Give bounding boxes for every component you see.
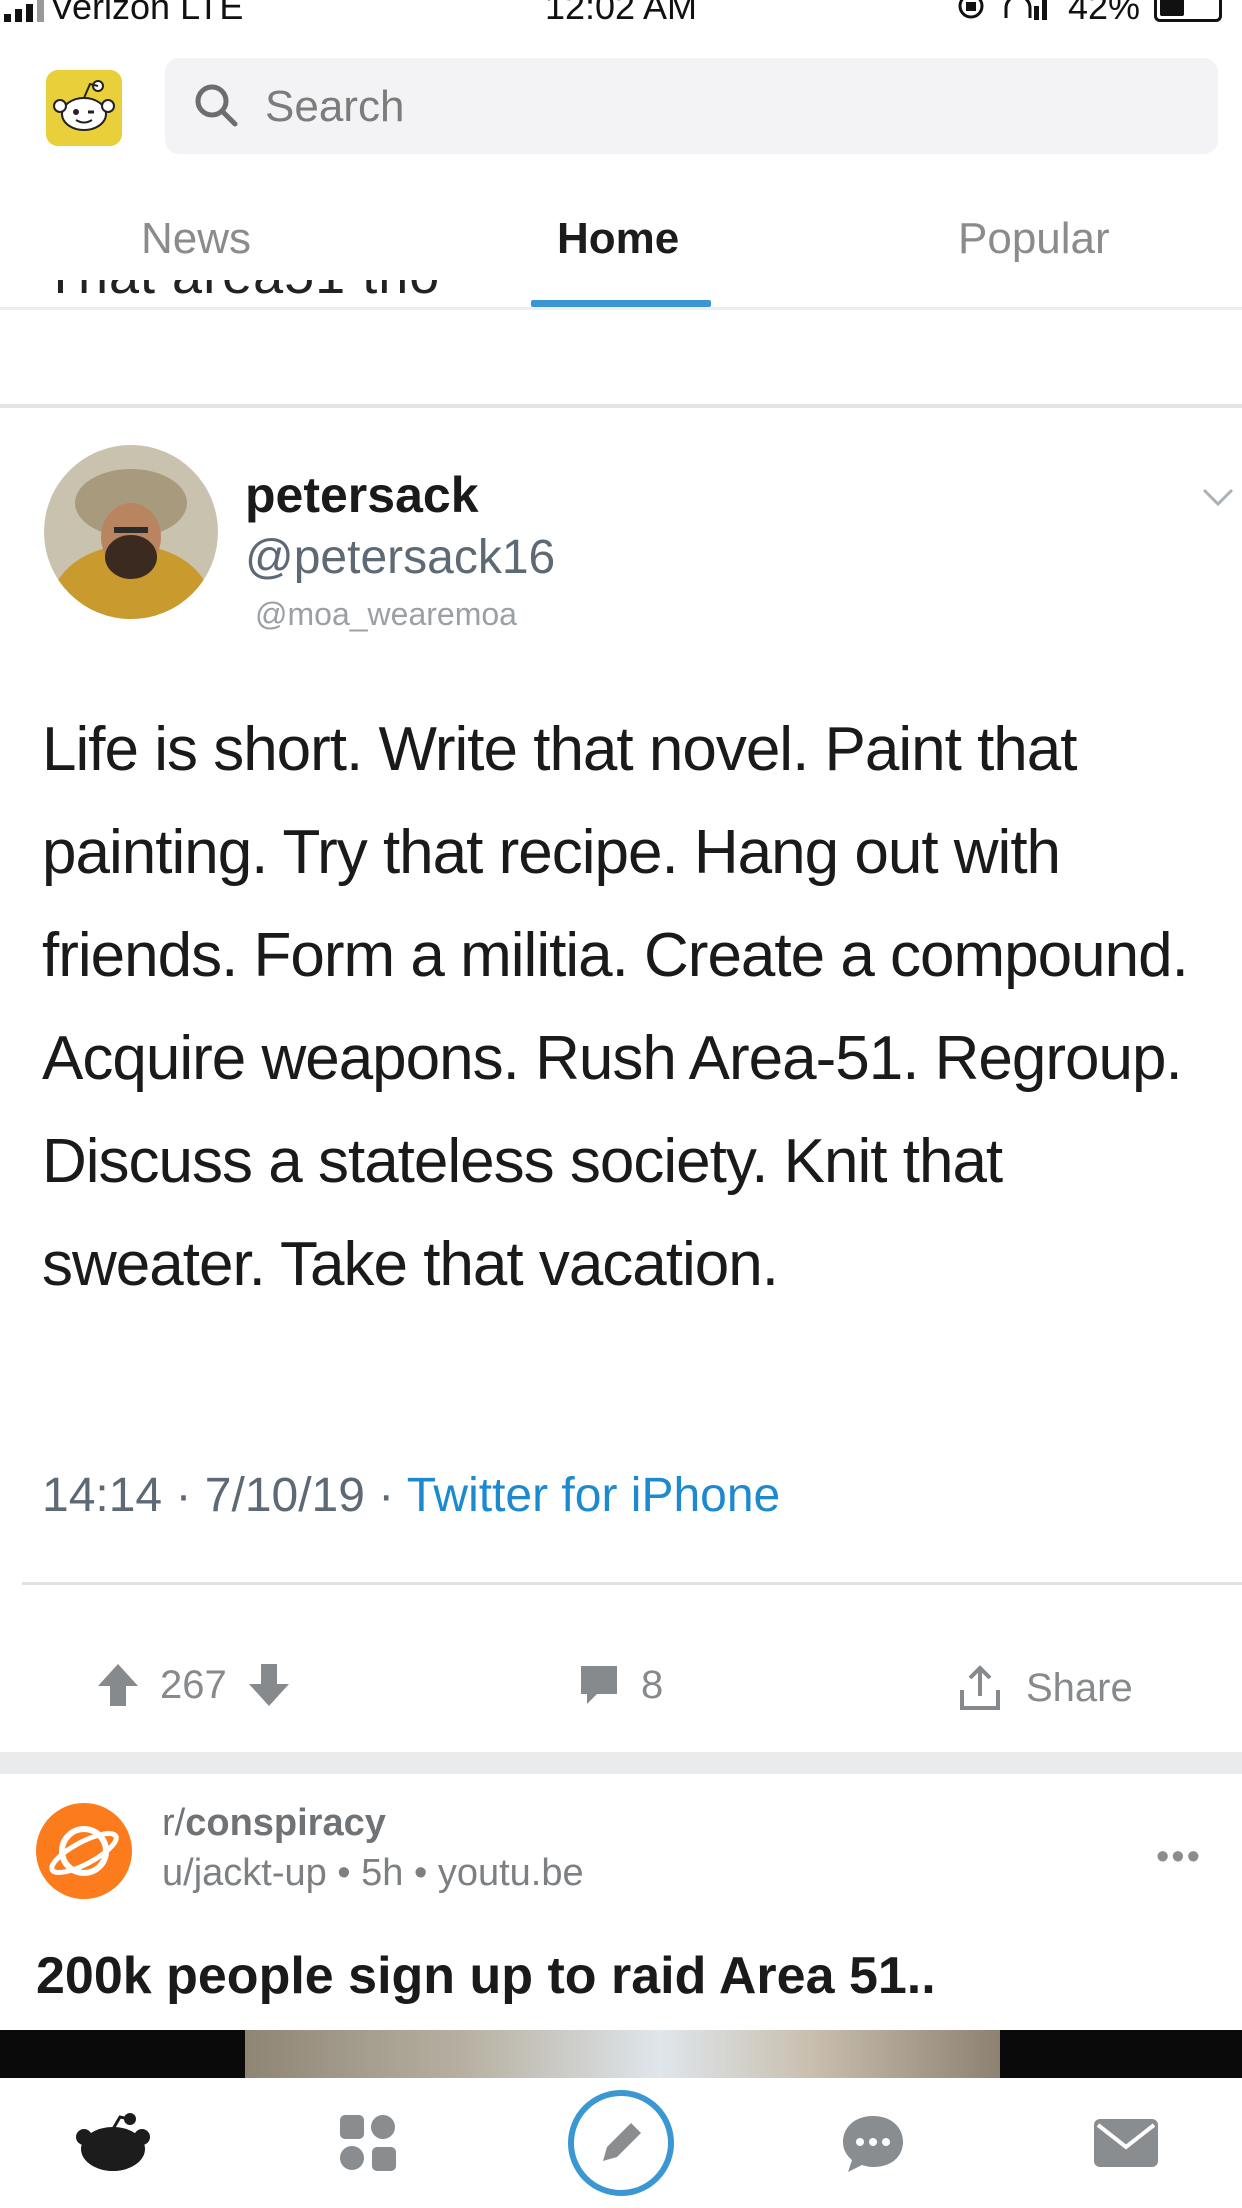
comments-button[interactable]: 8 — [577, 1662, 663, 1708]
share-icon — [960, 1665, 1000, 1710]
share-label: Share — [1026, 1665, 1133, 1710]
tweet-divider — [22, 1582, 1242, 1585]
bottom-nav — [0, 2078, 1242, 2208]
subreddit-icon[interactable] — [36, 1803, 132, 1899]
tab-news[interactable]: News — [141, 214, 251, 264]
post-action-bar: 267 8 Share — [0, 1640, 1242, 1750]
tweet-date: 7/10/19 — [204, 1469, 365, 1522]
post-meta: u/jackt-up • 5h • youtu.be — [162, 1852, 584, 1894]
search-icon — [195, 84, 238, 127]
tab-popular[interactable]: Popular — [958, 214, 1110, 264]
search-bar[interactable] — [165, 58, 1218, 154]
search-input[interactable] — [263, 74, 1167, 140]
downvote-icon[interactable] — [247, 1662, 291, 1708]
create-post-icon[interactable] — [556, 2078, 686, 2208]
more-options-icon[interactable]: ••• — [1156, 1836, 1202, 1879]
chat-icon[interactable] — [808, 2078, 938, 2208]
upvote-icon[interactable] — [96, 1662, 140, 1708]
home-icon[interactable] — [48, 2078, 178, 2208]
tweet-text: Life is short. Write that novel. Paint t… — [42, 715, 1189, 1299]
post-divider — [0, 404, 1242, 408]
chevron-down-icon — [1202, 488, 1234, 507]
communities-icon[interactable] — [303, 2078, 433, 2208]
tweet-source: Twitter for iPhone — [406, 1469, 781, 1522]
headphones-icon — [1004, 0, 1047, 20]
watermark: @moa_wearemoa — [255, 596, 517, 632]
post-title[interactable]: 200k people sign up to raid Area 51.. — [36, 1946, 936, 2006]
post-thumbnail[interactable] — [245, 2030, 1000, 2078]
tweet-avatar — [44, 445, 218, 619]
battery-icon — [1154, 0, 1222, 22]
tweet-display-name: petersack — [245, 467, 479, 523]
tab-home[interactable]: Home — [557, 214, 679, 264]
tweet-meta: 14:14 · 7/10/19 · Twitter for iPhone — [42, 1469, 781, 1522]
header-divider — [0, 307, 1242, 310]
subreddit-name[interactable]: r/conspiracy — [162, 1802, 386, 1845]
snoo-avatar-icon[interactable] — [46, 70, 122, 146]
comment-count: 8 — [641, 1662, 664, 1707]
inbox-icon[interactable] — [1061, 2078, 1191, 2208]
tweet-handle: @petersack16 — [245, 531, 556, 584]
battery-percent: 42% — [1067, 0, 1140, 27]
status-right: 42% — [954, 0, 1222, 28]
feed-separator — [0, 1752, 1242, 1774]
rotation-lock-icon — [958, 0, 984, 19]
comment-icon — [581, 1666, 617, 1704]
vote-count: 267 — [160, 1662, 227, 1707]
vote-group: 267 — [96, 1662, 291, 1708]
share-button[interactable]: Share — [954, 1662, 1133, 1714]
status-bar: Verizon LTE 12:02 AM 42% — [0, 0, 1242, 30]
tweet-time: 14:14 — [42, 1469, 163, 1522]
